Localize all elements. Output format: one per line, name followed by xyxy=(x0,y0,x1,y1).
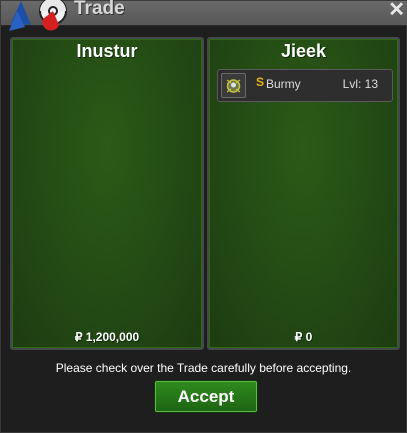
partner-player-name: Jieek xyxy=(280,41,327,61)
accept-button[interactable]: Accept xyxy=(155,381,257,412)
pokeball-logo-icon xyxy=(9,0,67,31)
my-money-amount: ₽ 1,200,000 xyxy=(74,330,140,344)
my-offer-panel: Inustur ₽ 1,200,000 xyxy=(10,37,204,350)
window-title: Trade xyxy=(74,0,125,19)
item-name: Burmy xyxy=(266,77,301,91)
my-player-name: Inustur xyxy=(76,41,138,61)
close-icon[interactable]: ✕ xyxy=(388,0,405,21)
trade-window: Trade ✕ Inustur ₽ 1,200,000 Jieek S Burm… xyxy=(0,0,407,433)
trade-notice: Please check over the Trade carefully be… xyxy=(55,361,352,375)
item-level: Lvl: 13 xyxy=(342,77,378,91)
pokemon-sprite-icon xyxy=(221,73,246,98)
title-bar[interactable]: Trade ✕ xyxy=(1,0,407,31)
item-badge: S xyxy=(256,75,265,89)
partner-offer-panel: Jieek S Burmy Lvl: 13 ₽ 0 xyxy=(207,37,400,350)
partner-money-amount: ₽ 0 xyxy=(294,330,313,344)
trade-item-row[interactable]: S Burmy Lvl: 13 xyxy=(217,69,393,102)
